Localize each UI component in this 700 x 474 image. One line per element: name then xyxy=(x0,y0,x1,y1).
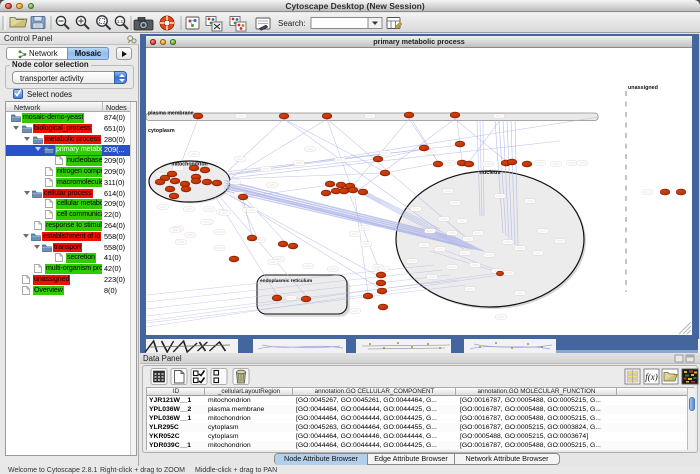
svg-text:cytoplasm: cytoplasm xyxy=(148,128,175,134)
svg-text:unassigned: unassigned xyxy=(628,85,658,91)
svg-text:nucleus: nucleus xyxy=(479,170,500,176)
svg-text:f(x): f(x) xyxy=(645,372,658,382)
svg-text:endoplasmic reticulum: endoplasmic reticulum xyxy=(260,278,312,284)
svg-text:1:1: 1:1 xyxy=(117,19,124,24)
svg-text:plasma membrane: plasma membrane xyxy=(148,111,194,117)
svg-text:Search:: Search: xyxy=(278,19,306,28)
